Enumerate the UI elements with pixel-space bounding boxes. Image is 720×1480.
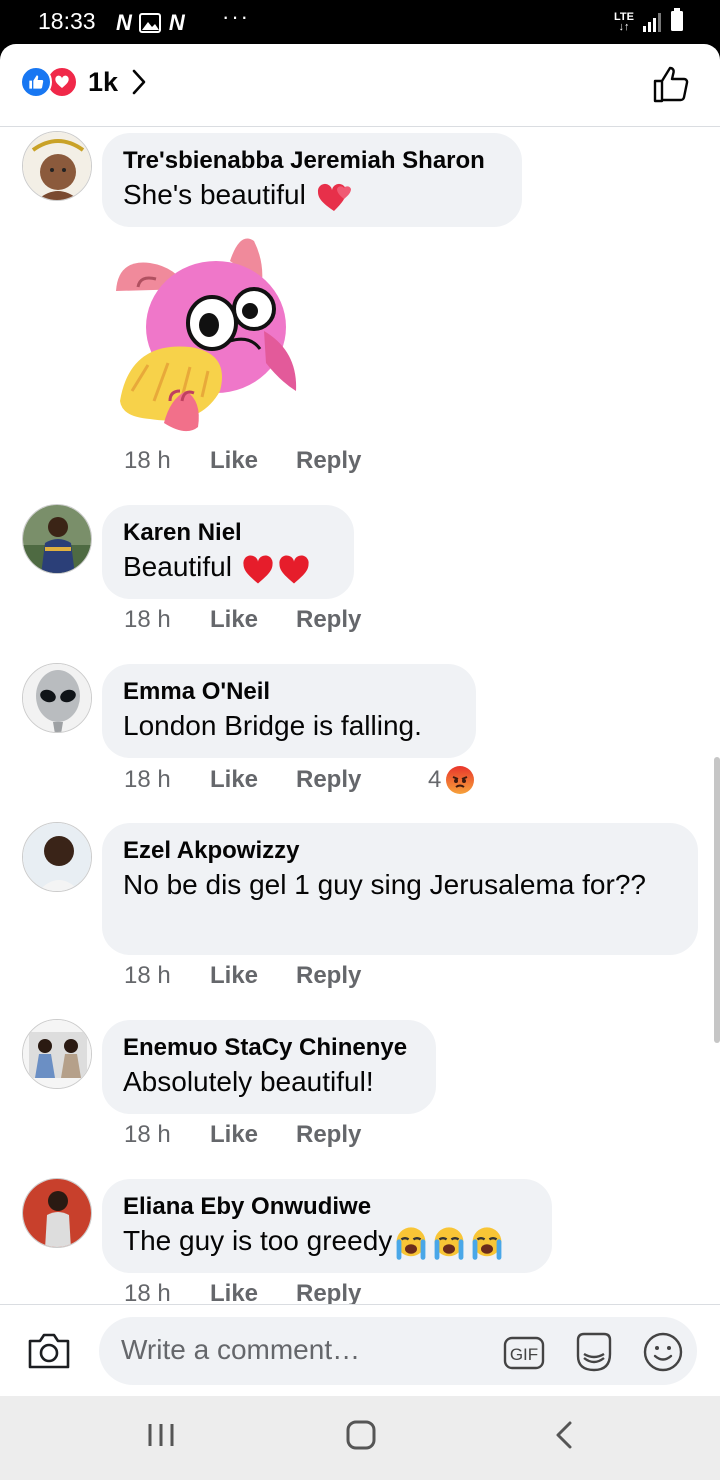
home-icon[interactable] [346,1420,376,1450]
like-button[interactable]: Like [210,1121,296,1149]
like-reaction-icon [20,66,52,98]
comments-list: Tre'sbienabba Jeremiah Sharon She's beau… [0,127,720,1304]
like-button[interactable]: Like [210,606,296,634]
camera-icon[interactable] [26,1331,72,1371]
avatar[interactable] [22,504,92,574]
comment-time[interactable]: 18 h [124,1121,210,1149]
like-button[interactable]: Like [210,962,296,990]
reply-button[interactable]: Reply [296,1121,426,1149]
comment-text: Absolutely beautiful! [123,1066,374,1097]
emoji-icon[interactable] [642,1331,684,1373]
commenter-name[interactable]: Tre'sbienabba Jeremiah Sharon [123,146,500,176]
notification-n-icon: N [168,10,185,35]
comments-screen: 1k Tre'sbienabba Jeremiah Sharon She's b… [0,44,720,1396]
comment-meta: 18 h Like Reply [124,1280,426,1304]
avatar[interactable] [22,822,92,892]
commenter-name[interactable]: Karen Niel [123,518,332,548]
crying-face-emoji-icon [434,1227,464,1260]
notification-n-icon: N [116,10,132,35]
avatar[interactable] [22,1019,92,1089]
notification-icons: N N [116,10,185,36]
comment-text: She's beautiful [123,176,500,215]
commenter-name[interactable]: Emma O'Neil [123,677,454,707]
recents-icon[interactable] [146,1420,176,1450]
comment-input-placeholder: Write a comment… [121,1334,361,1365]
gallery-icon [138,13,161,33]
commenter-name[interactable]: Eliana Eby Onwudiwe [123,1192,530,1222]
status-bar: 18:33 N N ··· LTE ↓↑ [0,0,720,44]
system-nav-bar [0,1396,720,1480]
reply-button[interactable]: Reply [296,766,426,794]
like-button[interactable]: Like [210,447,296,475]
like-button[interactable]: Like [210,1280,296,1304]
reply-button[interactable]: Reply [296,606,426,634]
avatar[interactable] [22,131,92,201]
comment-meta: 18 h Like Reply [124,1121,426,1149]
comment-bubble[interactable]: Enemuo StaCy Chinenye Absolutely beautif… [102,1020,436,1114]
comment-bubble[interactable]: Ezel Akpowizzy No be dis gel 1 guy sing … [102,823,698,955]
comment-meta: 18 h Like Reply [124,962,426,990]
heart-emoji-icon [243,555,273,584]
crying-face-emoji-icon [396,1227,426,1260]
like-button[interactable]: Like [210,766,296,794]
back-icon[interactable] [552,1420,576,1450]
comment-text: No be dis gel 1 guy sing Jerusalema for?… [123,869,646,900]
chevron-right-icon [132,69,146,95]
comment-bubble[interactable]: Karen Niel Beautiful [102,505,354,599]
comment-text: Beautiful [123,548,332,586]
comment-meta: 18 h Like Reply [124,606,426,634]
comment-time[interactable]: 18 h [124,766,210,794]
crying-face-emoji-icon [472,1227,502,1260]
commenter-name[interactable]: Ezel Akpowizzy [123,836,676,866]
gif-icon[interactable]: GIF [503,1336,545,1370]
two-hearts-emoji-icon [317,183,351,211]
status-right: LTE ↓↑ [614,8,684,33]
comment-bubble[interactable]: Emma O'Neil London Bridge is falling. [102,664,476,758]
comment-time[interactable]: 18 h [124,606,210,634]
comment-bubble[interactable]: Eliana Eby Onwudiwe The guy is too greed… [102,1179,552,1273]
reactions-summary[interactable]: 1k [20,66,146,98]
avatar[interactable] [22,1178,92,1248]
reaction-count: 4 [428,766,442,793]
comment-meta: 18 h Like Reply 4 [124,765,475,795]
comment-text: London Bridge is falling. [123,710,422,741]
comment-input[interactable]: Write a comment… GIF [99,1317,697,1385]
sticker-image[interactable] [110,231,310,437]
commenter-name[interactable]: Enemuo StaCy Chinenye [123,1033,414,1063]
lte-icon: LTE ↓↑ [614,11,634,33]
comment-meta: 18 h Like Reply [124,447,426,475]
reply-button[interactable]: Reply [296,1280,426,1304]
avatar[interactable] [22,663,92,733]
comment-text: The guy is too greedy [123,1222,530,1261]
more-notifications-icon: ··· [222,4,250,29]
battery-icon [671,8,683,31]
comment-time[interactable]: 18 h [124,962,210,990]
reaction-count: 1k [88,66,119,97]
comment-composer: Write a comment… GIF [0,1304,720,1396]
scrollbar[interactable] [714,757,720,1043]
heart-emoji-icon [279,555,309,584]
comment-time[interactable]: 18 h [124,1280,210,1304]
comment-time[interactable]: 18 h [124,447,210,475]
reply-button[interactable]: Reply [296,447,426,475]
comment-bubble[interactable]: Tre'sbienabba Jeremiah Sharon She's beau… [102,133,522,227]
reply-button[interactable]: Reply [296,962,426,990]
like-icon[interactable] [652,64,692,104]
comments-header: 1k [0,44,720,127]
angry-reaction-icon [446,766,475,794]
svg-text:GIF: GIF [510,1345,538,1364]
status-time: 18:33 [38,8,96,34]
signal-icon [643,13,661,32]
sticker-icon[interactable] [572,1330,616,1374]
comment-reactions[interactable]: 4 [428,765,475,795]
